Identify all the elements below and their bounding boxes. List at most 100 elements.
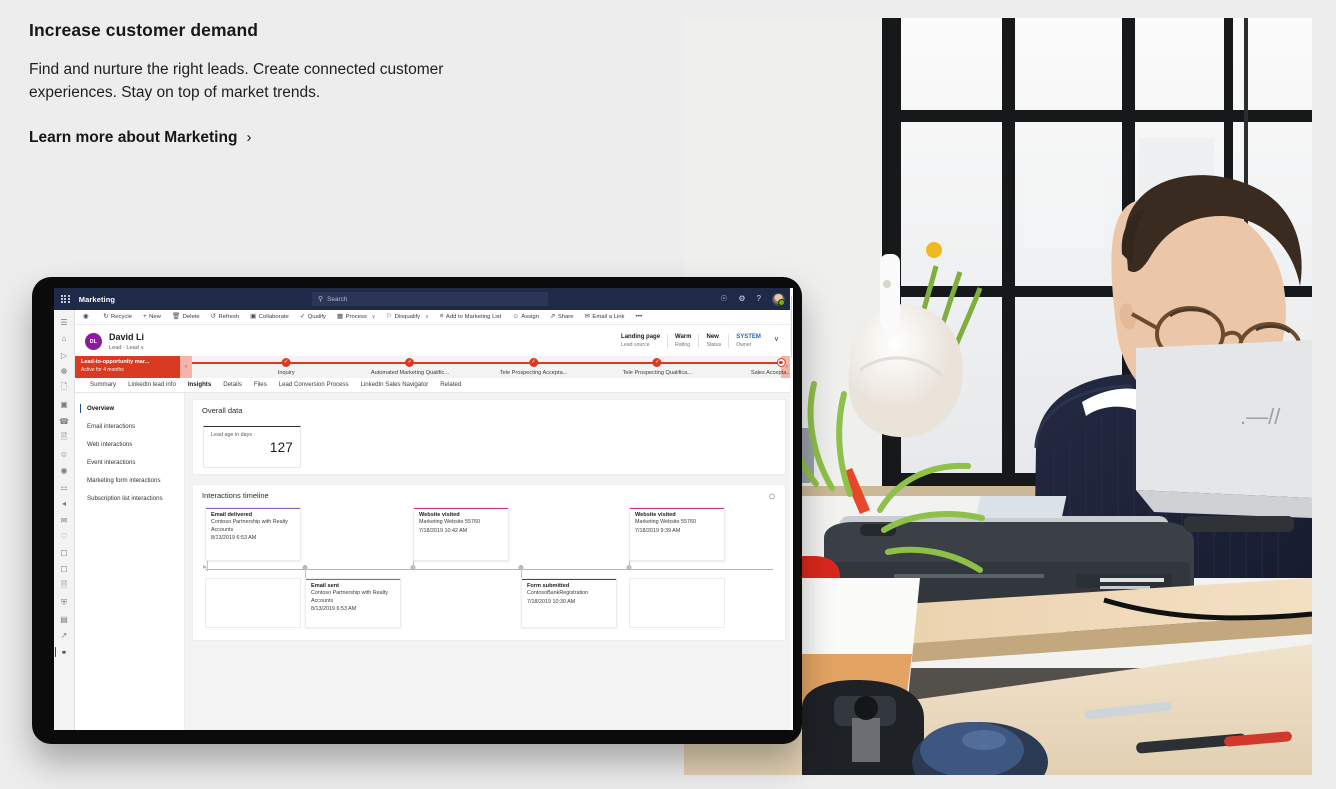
record-header: DL David Li Lead · Lead ∨ Landing page L…	[75, 325, 793, 354]
header-field-lead-source[interactable]: Landing page Lead source	[614, 334, 667, 348]
tab-linkedin-lead-info[interactable]: LinkedIn lead info	[122, 381, 182, 388]
cmd-label: Collaborate	[258, 314, 289, 320]
calendar-icon[interactable]: ▤	[54, 611, 75, 628]
tab-related[interactable]: Related	[434, 381, 467, 388]
expand-icon[interactable]: ⎔	[769, 493, 775, 501]
event-title: Website visited	[635, 511, 676, 518]
email-icon[interactable]: ✉	[54, 512, 75, 529]
command-bar: ◉ ↻ Recycle + New 🗑 Delete ↺ Refresh ▣ Collab…	[75, 310, 793, 325]
globe-icon[interactable]: ◉	[54, 463, 75, 480]
bpf-stage-inquiry[interactable]: ✓ Inquiry	[278, 356, 295, 376]
cmd-disqualify[interactable]: ⚐ Disqualify ∨	[381, 312, 434, 321]
cmd-share[interactable]: ⇗ Share	[544, 313, 579, 321]
heart-icon[interactable]: ♡	[54, 529, 75, 546]
leads-icon[interactable]: ⚏	[54, 479, 75, 496]
plus-icon: +	[142, 312, 147, 320]
bpf-active-process[interactable]: Lead-to-opportunity mar... Active for 4 …	[75, 355, 180, 378]
cmd-refresh[interactable]: ↺ Refresh	[205, 313, 244, 321]
insights-nav-subscription-list-interactions[interactable]: Subscription list interactions	[75, 490, 184, 508]
cmd-new[interactable]: + New	[137, 312, 166, 321]
cmd-collaborate[interactable]: ▣ Collaborate	[245, 312, 295, 321]
cmd-recycle[interactable]: ↻ Recycle	[98, 313, 138, 321]
cmd-delete[interactable]: 🗑 Delete	[166, 313, 205, 321]
record-tabs: Summary LinkedIn lead info Insights Deta…	[75, 377, 793, 393]
bpf-stage-tele-prospecting-qualification[interactable]: ✓ Tele Prospecting Qualifica...	[623, 356, 692, 376]
app-name[interactable]: Marketing	[79, 295, 115, 304]
pinned-icon[interactable]: ☸	[54, 364, 75, 381]
bpf-stage-tele-prospecting-accepted[interactable]: ✓ Tele Prospecting Accepta...	[500, 356, 567, 376]
overflow-icon: •••	[635, 312, 643, 320]
timeline-event-card[interactable]: Website visited Marketing Website 55760 …	[413, 506, 509, 561]
search-placeholder: Search	[327, 295, 348, 303]
tab-insights[interactable]: Insights	[182, 381, 217, 388]
disqualify-icon: ⚐	[386, 312, 393, 320]
tab-linkedin-sales-navigator[interactable]: LinkedIn Sales Navigator	[355, 381, 435, 388]
cmd-qualify[interactable]: ✓ Qualify	[294, 313, 331, 321]
vertical-scrollbar[interactable]	[790, 288, 793, 730]
insights-nav-marketing-form-interactions[interactable]: Marketing form interactions	[75, 472, 184, 490]
collaborate-icon: ▣	[250, 312, 257, 320]
insights-nav-web-interactions[interactable]: Web interactions	[75, 436, 184, 454]
folder-open-icon[interactable]: ☐	[54, 562, 75, 579]
cmd-overflow[interactable]: •••	[630, 312, 648, 321]
header-field-owner[interactable]: SYSTEM Owner	[728, 334, 768, 348]
event-color-bar	[522, 578, 616, 581]
phone-icon[interactable]: ☎	[54, 413, 75, 430]
cmd-email-a-link[interactable]: ✉ Email a Link	[579, 313, 630, 321]
tag-icon[interactable]: ◂	[54, 496, 75, 513]
tab-summary[interactable]: Summary	[84, 381, 122, 388]
timeline-event-card[interactable]: Form submitted ContosoBankRegistration 7…	[521, 577, 617, 628]
dashboard-icon[interactable]: ▣	[54, 397, 75, 414]
tab-lead-conversion-process[interactable]: Lead Conversion Process	[273, 381, 355, 388]
folder-icon[interactable]: ☐	[54, 545, 75, 562]
field-label: Status	[706, 342, 722, 348]
timeline-event-card[interactable]: Email sent Contoso Partnership with Real…	[305, 577, 401, 628]
bell-icon[interactable]: ☉	[720, 295, 727, 303]
insights-nav-event-interactions[interactable]: Event interactions	[75, 454, 184, 472]
record-content: ◉ ↻ Recycle + New 🗑 Delete ↺ Refresh ▣ Collab…	[75, 288, 793, 730]
field-label: Owner	[736, 342, 752, 348]
header-expand-chevron-icon[interactable]: ∨	[768, 334, 783, 343]
cmd-process[interactable]: ▦ Process ∨	[332, 313, 381, 321]
bpf-collapse-button[interactable]: ‹	[180, 355, 192, 378]
avatar[interactable]	[772, 292, 785, 306]
contacts-icon[interactable]: 🖹	[54, 430, 75, 447]
gear-icon[interactable]: ⚙	[738, 295, 745, 303]
clipboard-icon[interactable]: 🗎	[54, 578, 75, 595]
insights-nav-overview[interactable]: Overview	[75, 400, 184, 418]
search-input[interactable]: ⚲ Search	[312, 292, 548, 306]
bpf-stage-check-icon: ✓	[529, 357, 539, 367]
bpf-stage-label: Sales Accepta...	[750, 370, 791, 377]
timeline-event-card[interactable]: Email delivered Contoso Partnership with…	[205, 506, 301, 561]
bpf-stage-check-icon: ✓	[281, 357, 291, 367]
timeline-event-card[interactable]: Website visited Marketing Website 55760 …	[629, 506, 725, 561]
bpf-stage-current-icon	[776, 357, 786, 367]
learn-more-link[interactable]: Learn more about Marketing ›	[29, 129, 251, 147]
waffle-grid-icon[interactable]	[61, 294, 70, 304]
event-title: Email delivered	[211, 511, 253, 518]
hamburger-menu-icon[interactable]: ☰	[54, 314, 75, 331]
home-icon[interactable]: ⌂	[54, 331, 75, 348]
person-icon[interactable]: ☺	[54, 446, 75, 463]
header-field-rating[interactable]: Warm Rating	[667, 334, 698, 348]
bpf-stage-automated-marketing-qualification[interactable]: ✓ Automated Marketing Qualific...	[371, 356, 449, 376]
marketing-copy-block: Increase customer demand Find and nurtur…	[29, 20, 509, 147]
interactions-timeline-card: Interactions timeline ⎔ Email delivered …	[192, 483, 786, 641]
help-icon[interactable]: ?	[757, 295, 761, 303]
event-color-bar	[206, 507, 300, 510]
record-subtitle[interactable]: Lead · Lead ∨	[109, 345, 144, 351]
cmd-add-to-marketing-list[interactable]: ≡ Add to Marketing List	[434, 313, 507, 321]
header-field-status[interactable]: New Status	[698, 334, 728, 348]
bpf-stage-sales-accepted[interactable]: Sales Accepta...(4 Mo)	[750, 356, 793, 377]
archive-icon[interactable]: ⛨	[54, 595, 75, 612]
insights-nav-email-interactions[interactable]: Email interactions	[75, 418, 184, 436]
segment-icon[interactable]: ⚭	[54, 644, 75, 661]
page-icon[interactable]: 🗋	[54, 380, 75, 397]
tab-details[interactable]: Details	[217, 381, 248, 388]
event-title: Form submitted	[527, 582, 570, 589]
cmd-assign[interactable]: ☺ Assign	[507, 313, 545, 321]
recent-icon[interactable]: ▷	[54, 347, 75, 364]
cmd-back-circle[interactable]: ◉	[80, 313, 98, 321]
tab-files[interactable]: Files	[248, 381, 273, 388]
journey-icon[interactable]: ↗	[54, 628, 75, 645]
